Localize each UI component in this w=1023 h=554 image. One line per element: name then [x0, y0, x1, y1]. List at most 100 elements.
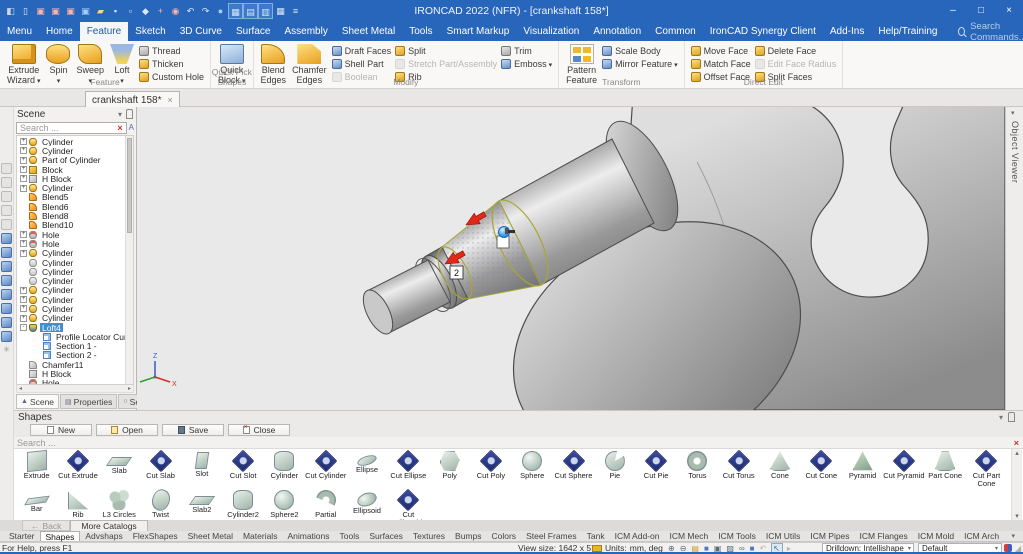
catalog-item[interactable]: Cut Cone [801, 449, 842, 488]
tree-expander[interactable]: + [20, 157, 27, 164]
ribbon-small-button[interactable]: Shell Part [332, 58, 392, 70]
catalog-pin-icon[interactable] [1008, 412, 1015, 422]
scroll-left-icon[interactable]: ◂ [19, 385, 22, 392]
tree-item[interactable]: - Loft4 [17, 323, 125, 332]
tree-item[interactable]: Cylinder [17, 258, 125, 267]
catalog-tab[interactable]: Colors [487, 531, 522, 541]
catalog-tab[interactable]: ICM Pipes [805, 531, 854, 541]
ribbon-small-button[interactable]: Mirror Feature [602, 58, 677, 70]
tree-item[interactable]: + Cylinder [17, 137, 125, 146]
collaboration-icon[interactable] [1004, 544, 1012, 552]
display-tool-gray-3[interactable] [1, 191, 12, 202]
tree-expander[interactable]: + [20, 287, 27, 294]
menu-tab[interactable]: Visualization [516, 22, 586, 41]
tree-item[interactable]: + Cylinder [17, 314, 125, 323]
catalog-item[interactable]: Bar [16, 488, 57, 520]
panel-expand-icon[interactable]: ▾ [1011, 109, 1015, 117]
menu-tab[interactable]: Home [39, 22, 80, 41]
catalog-tab[interactable]: ICM Mech [664, 531, 713, 541]
catalog-item[interactable]: Cut Extrude [57, 449, 98, 488]
tree-expander[interactable]: + [20, 231, 27, 238]
tree-item[interactable]: Hole [17, 379, 125, 385]
menu-tab[interactable]: Feature [80, 22, 128, 41]
catalog-item[interactable]: Cone [759, 449, 800, 488]
menu-tab[interactable]: 3D Curve [173, 22, 229, 41]
snap-tool[interactable]: ✳ [2, 345, 11, 354]
tree-item[interactable]: + Cylinder [17, 304, 125, 313]
scene-search-input[interactable]: Search ... × [16, 122, 127, 134]
catalog-item[interactable]: Ellipsoid [346, 488, 387, 520]
catalog-tab[interactable]: Starter [4, 531, 40, 541]
undo-icon[interactable]: ↶ [183, 3, 198, 19]
catalog-tab[interactable]: ICM Flanges [855, 531, 913, 541]
render-cube-tool-6[interactable] [1, 303, 12, 314]
catalog-item[interactable]: Ellipse [346, 449, 387, 488]
ribbon-small-button[interactable]: Delete Face [755, 45, 837, 57]
tree-expander[interactable]: + [20, 305, 27, 312]
menu-tab[interactable]: Help/Training [871, 22, 944, 41]
menu-tab[interactable]: Smart Markup [440, 22, 517, 41]
close-button[interactable]: × [995, 0, 1023, 22]
tree-item[interactable]: + Cylinder [17, 295, 125, 304]
tree-item[interactable]: + Cylinder [17, 249, 125, 258]
catalog-item[interactable]: Cylinder2 [222, 488, 263, 520]
tree-item[interactable]: + Hole [17, 230, 125, 239]
catalog-item[interactable]: Poly [429, 449, 470, 488]
spray-paint-icon[interactable]: ◆ [138, 3, 153, 19]
tree-item[interactable]: Chamfer11 [17, 360, 125, 369]
document-tab-close-icon[interactable]: × [168, 95, 173, 105]
maximize-button[interactable]: □ [967, 0, 995, 22]
viewport-3d[interactable]: 2 Z X Y [137, 107, 1005, 410]
clear-search-icon[interactable]: × [117, 123, 122, 133]
save-icon[interactable]: ▪ [108, 3, 123, 19]
display-tool-gray-4[interactable] [1, 205, 12, 216]
display-tool-gray-5[interactable] [1, 219, 12, 230]
menu-tab[interactable]: Sketch [128, 22, 173, 41]
catalog-item[interactable]: L3 Circles [99, 488, 140, 520]
render-icon[interactable]: ● [213, 3, 228, 19]
catalog-item[interactable]: Cylinder [264, 449, 305, 488]
catalog-item[interactable]: Rib [57, 488, 98, 520]
minimize-button[interactable]: – [939, 0, 967, 22]
panel-tab[interactable]: ▤ Properties [60, 394, 117, 409]
catalog-item[interactable]: Extrude [16, 449, 57, 488]
ribbon-small-button[interactable]: Move Face [691, 45, 751, 57]
tree-item[interactable]: Blend8 [17, 211, 125, 220]
ribbon-small-button[interactable]: Stretch Part/Assembly [395, 58, 497, 70]
tree-expander[interactable]: + [20, 166, 27, 173]
catalog-item[interactable]: Cut Ellipse [388, 449, 429, 488]
more-catalogs-tab[interactable]: More Catalogs [70, 520, 147, 531]
ribbon-small-button[interactable]: Trim [501, 45, 552, 57]
catalog-tab[interactable]: ICM Mold [913, 531, 959, 541]
tree-item[interactable]: Cylinder [17, 276, 125, 285]
display-tool-gray-2[interactable] [1, 177, 12, 188]
image-icon[interactable]: ▣ [78, 3, 93, 19]
app-icon[interactable]: ◧ [3, 3, 18, 19]
tree-item[interactable]: Blend6 [17, 202, 125, 211]
scroll-up-icon[interactable]: ▴ [1012, 449, 1022, 457]
section-number-handle[interactable]: 2 [450, 266, 463, 279]
tree-item[interactable]: Section 1 - [17, 342, 125, 351]
catalog-tab[interactable]: Sheet Metal [183, 531, 238, 541]
catalog-tab[interactable]: ICM Arch [959, 531, 1004, 541]
menu-tab[interactable]: Surface [229, 22, 277, 41]
catalog-item[interactable]: Cut Part Cone [966, 449, 1007, 488]
catalog-tab[interactable]: Steel Frames [521, 531, 582, 541]
document-tab[interactable]: crankshaft 158* × [85, 91, 180, 108]
tree-expander[interactable]: + [20, 315, 27, 322]
render-cube-tool-7[interactable] [1, 317, 12, 328]
tree-item[interactable]: + Part of Cylinder [17, 156, 125, 165]
panel-tab[interactable]: ▲ Scene [16, 394, 59, 409]
render-cube-tool-8[interactable] [1, 331, 12, 342]
scroll-down-icon[interactable]: ▾ [1012, 512, 1022, 520]
menu-tab[interactable]: Sheet Metal [335, 22, 402, 41]
catalog-browser-icon[interactable]: ▥ [258, 3, 273, 19]
catalog-item[interactable]: Slab2 [181, 488, 222, 520]
export-icon[interactable]: ▣ [63, 3, 78, 19]
catalog-search[interactable]: Search ... × [14, 437, 1023, 448]
catalog-menu-icon[interactable]: ▾ [999, 413, 1003, 422]
catalog-tab[interactable]: Animations [282, 531, 334, 541]
tree-item[interactable]: + H Block [17, 174, 125, 183]
tree-item[interactable]: H Block [17, 369, 125, 378]
menu-tab[interactable]: Tools [402, 22, 439, 41]
